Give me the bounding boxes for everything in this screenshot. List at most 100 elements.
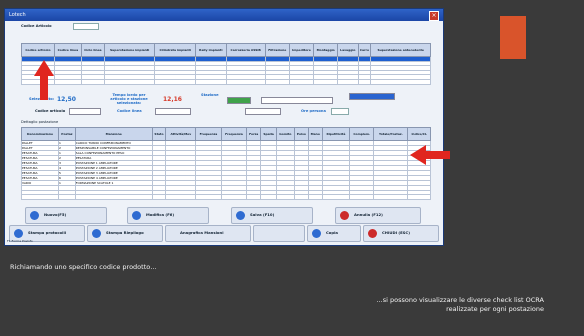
top-grid-header[interactable]: Ciclo linea bbox=[80, 43, 105, 57]
table-cell[interactable] bbox=[58, 194, 76, 200]
table-row[interactable] bbox=[21, 79, 431, 85]
detail-grid-header[interactable]: Mano bbox=[307, 127, 323, 141]
codice-articolo-label: Codice Articolo bbox=[21, 24, 52, 28]
detail-grid-header[interactable]: Spalla bbox=[260, 127, 277, 141]
detail-grid-header[interactable]: Denominazione bbox=[20, 127, 60, 141]
table-cell[interactable] bbox=[225, 79, 266, 85]
table-cell[interactable] bbox=[337, 79, 359, 85]
print-summary-icon bbox=[92, 229, 101, 238]
table-cell[interactable] bbox=[195, 194, 222, 200]
nuovo-label: Nuovo(F5) bbox=[44, 212, 67, 217]
table-cell[interactable] bbox=[165, 194, 197, 200]
detail-title: Dettaglio postazione bbox=[21, 120, 59, 124]
top-grid-header[interactable]: Carrozzeria ASSIB bbox=[225, 43, 266, 57]
top-grid-header[interactable]: Impeditore bbox=[288, 43, 315, 57]
detail-grid-header[interactable]: Attività/Mov bbox=[165, 127, 197, 141]
cancel-icon bbox=[340, 211, 349, 220]
table-cell[interactable] bbox=[293, 194, 309, 200]
copia-label: Copia bbox=[326, 230, 338, 235]
detail-grid-header[interactable]: Indice/CL bbox=[407, 127, 431, 141]
chiudi-button[interactable]: CHIUDI (ESC) bbox=[363, 225, 439, 242]
table-cell[interactable] bbox=[407, 194, 431, 200]
top-grid-header[interactable]: Superstazione impianti bbox=[103, 43, 156, 57]
table-cell[interactable] bbox=[321, 194, 351, 200]
table-cell[interactable] bbox=[246, 194, 262, 200]
copy-icon bbox=[312, 229, 321, 238]
detail-grid-header[interactable]: Forza bbox=[246, 127, 262, 141]
detail-grid-header[interactable]: Postaz bbox=[58, 127, 76, 141]
table-row[interactable] bbox=[20, 194, 431, 200]
table-cell[interactable] bbox=[357, 79, 372, 85]
tempo-label: Tempo lordo per articolo e stazione sele… bbox=[110, 93, 148, 105]
detail-grid-header[interactable]: Gomito bbox=[275, 127, 295, 141]
secondary-dropdown[interactable] bbox=[245, 108, 281, 115]
selezionato-value: 12,50 bbox=[57, 96, 76, 103]
top-grid-header[interactable]: Carro bbox=[357, 43, 372, 57]
codice-articolo-dropdown[interactable] bbox=[69, 108, 101, 115]
print-icon bbox=[14, 229, 23, 238]
top-grid-header[interactable]: Montaggio bbox=[313, 43, 339, 57]
table-cell[interactable] bbox=[195, 79, 227, 85]
table-cell[interactable] bbox=[74, 194, 153, 200]
nuovo-button[interactable]: Nuovo(F5) bbox=[25, 207, 107, 224]
table-cell[interactable] bbox=[154, 79, 197, 85]
modifica-button[interactable]: Modifica (F6) bbox=[127, 207, 209, 224]
status-bar: F1:Forma PosInfo bbox=[7, 239, 33, 243]
top-grid-header[interactable]: Rally impianti bbox=[195, 43, 227, 57]
table-cell[interactable] bbox=[103, 79, 156, 85]
articles-grid[interactable]: Codice articolo Codice linea Ciclo linea Su… bbox=[21, 43, 431, 85]
top-grid-header[interactable]: Lavaggio bbox=[337, 43, 359, 57]
chiudi-label: CHIUDI (ESC) bbox=[382, 230, 410, 235]
table-cell[interactable] bbox=[373, 194, 409, 200]
top-grid-header[interactable]: Cilindrata impianti bbox=[154, 43, 197, 57]
table-cell[interactable] bbox=[349, 194, 375, 200]
window-titlebar: Lotech × bbox=[5, 9, 443, 21]
ore-persona-field[interactable] bbox=[331, 108, 349, 115]
table-cell[interactable] bbox=[313, 79, 339, 85]
copia-button[interactable]: Copia bbox=[307, 225, 361, 242]
table-cell[interactable] bbox=[260, 194, 277, 200]
detail-grid-header[interactable]: Frequenza bbox=[195, 127, 222, 141]
table-cell[interactable] bbox=[275, 194, 295, 200]
stampa-riepilogo-button[interactable]: Stampa Riepilogo bbox=[87, 225, 163, 242]
detail-grid-header[interactable]: Stato bbox=[151, 127, 167, 141]
table-cell[interactable] bbox=[370, 79, 431, 85]
codice-linea-label: Codice linea bbox=[117, 109, 142, 113]
table-cell[interactable] bbox=[53, 79, 82, 85]
caption-right: …si possono visualizzare le diverse chec… bbox=[376, 296, 544, 313]
detail-grid-header[interactable]: Polso bbox=[293, 127, 309, 141]
table-cell[interactable] bbox=[307, 194, 323, 200]
anagrafica-button[interactable]: Anagrafica Mansioni bbox=[165, 225, 251, 242]
salva-button[interactable]: Salva (F10) bbox=[231, 207, 313, 224]
table-cell[interactable] bbox=[21, 79, 55, 85]
detail-grid-header[interactable]: Mansione bbox=[74, 127, 153, 141]
detail-grid-header[interactable]: Frequenza bbox=[220, 127, 248, 141]
top-grid-header[interactable]: Superstazione antecedente bbox=[370, 43, 431, 57]
station-selector[interactable] bbox=[349, 93, 395, 100]
stampa-protocolli-label: Stampa protocolli bbox=[28, 230, 67, 235]
table-cell[interactable] bbox=[80, 79, 105, 85]
codice-linea-dropdown[interactable] bbox=[155, 108, 191, 115]
stazione-dropdown[interactable] bbox=[261, 97, 333, 104]
top-grid-header[interactable]: Filtrazione bbox=[264, 43, 290, 57]
detail-grid-header[interactable]: Complem. bbox=[349, 127, 375, 141]
table-cell[interactable] bbox=[220, 194, 248, 200]
postazioni-grid[interactable]: Denominazione Postaz Mansione Stato Attività… bbox=[20, 127, 431, 200]
table-cell[interactable] bbox=[20, 194, 60, 200]
top-grid-header[interactable]: Codice linea bbox=[53, 43, 82, 57]
modifica-label: Modifica (F6) bbox=[146, 212, 175, 217]
table-cell[interactable] bbox=[288, 79, 315, 85]
top-grid-header[interactable]: Codice articolo bbox=[21, 43, 55, 57]
annulla-button[interactable]: Annulla (F12) bbox=[335, 207, 421, 224]
detail-grid-header[interactable]: Totale/Postaz. bbox=[373, 127, 409, 141]
table-cell[interactable] bbox=[264, 79, 290, 85]
codice-articolo-field[interactable] bbox=[73, 23, 99, 30]
anagrafica-label: Anagrafica Mansioni bbox=[180, 230, 224, 235]
detail-grid-header[interactable]: Ripetitività bbox=[321, 127, 351, 141]
table-cell[interactable] bbox=[151, 194, 167, 200]
accent-block bbox=[500, 16, 526, 59]
stazione-label: Stazione bbox=[201, 93, 219, 97]
new-icon bbox=[30, 211, 39, 220]
tempo-value: 12,16 bbox=[163, 96, 182, 103]
close-icon[interactable]: × bbox=[429, 11, 439, 21]
